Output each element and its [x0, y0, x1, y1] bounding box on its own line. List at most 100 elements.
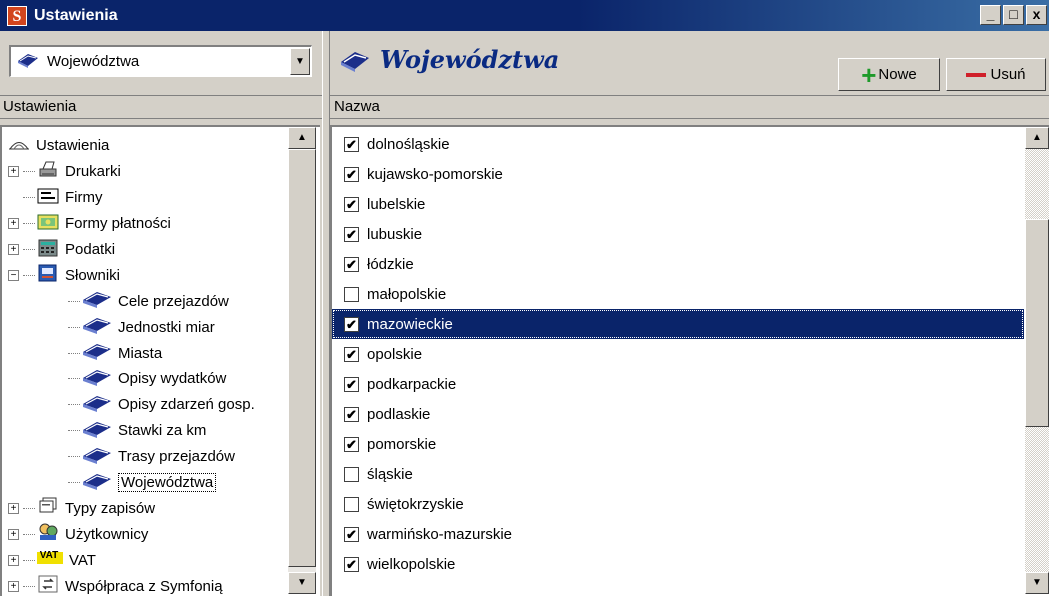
- scroll-down-button[interactable]: ▼: [1025, 572, 1049, 594]
- maximize-button[interactable]: □: [1003, 5, 1024, 25]
- app-icon[interactable]: S: [7, 5, 27, 26]
- checkbox-checked[interactable]: [344, 256, 359, 272]
- checkbox-unchecked[interactable]: [344, 466, 359, 482]
- tree-item-label: Stawki za km: [118, 422, 207, 440]
- list-item[interactable]: dolnośląskie: [332, 129, 1024, 159]
- list-item-label: śląskie: [367, 465, 413, 483]
- tree-item[interactable]: Opisy wydatków: [4, 366, 294, 392]
- list-item-label: dolnośląskie: [367, 135, 450, 153]
- chevron-down-icon[interactable]: ▼: [290, 48, 310, 75]
- window-title: Ustawienia: [34, 6, 118, 24]
- list-item[interactable]: małopolskie: [332, 279, 1024, 309]
- expand-icon[interactable]: +: [8, 244, 19, 255]
- category-combo[interactable]: Województwa ▼: [9, 45, 312, 77]
- checkbox-checked[interactable]: [344, 346, 359, 362]
- list-item[interactable]: warmińsko-mazurskie: [332, 519, 1024, 549]
- pane-splitter[interactable]: [322, 31, 330, 596]
- checkbox-checked[interactable]: [344, 406, 359, 422]
- checkbox-unchecked[interactable]: [344, 286, 359, 302]
- tree-item[interactable]: Opisy zdarzeń gosp.: [4, 392, 294, 418]
- checkbox-checked[interactable]: [344, 376, 359, 392]
- list-item[interactable]: lubelskie: [332, 189, 1024, 219]
- new-button[interactable]: + Nowe: [838, 58, 940, 91]
- tree-item[interactable]: Firmy: [4, 185, 294, 211]
- list-item[interactable]: podlaskie: [332, 399, 1024, 429]
- minimize-button[interactable]: _: [980, 5, 1001, 25]
- delete-button[interactable]: Usuń: [946, 58, 1046, 91]
- tree-item[interactable]: Cele przejazdów: [4, 288, 294, 314]
- tree-item-label: Ustawienia: [36, 137, 110, 155]
- tree-item[interactable]: + VAT VAT: [4, 547, 294, 573]
- tree-item-label: Miasta: [118, 344, 163, 362]
- column-header-nazwa[interactable]: Nazwa: [330, 95, 1049, 119]
- tree-scrollbar[interactable]: ▲ ▼: [288, 127, 316, 594]
- tree-connector: [68, 456, 80, 458]
- tree-connector: [23, 171, 35, 173]
- expand-icon[interactable]: +: [8, 528, 19, 540]
- book-icon: [82, 394, 112, 416]
- records-icon: [37, 497, 59, 519]
- scroll-thumb[interactable]: [1025, 219, 1049, 427]
- vat-icon-label: VAT: [39, 550, 59, 562]
- checkbox-checked[interactable]: [344, 316, 359, 332]
- tree-item[interactable]: + Typy zapisów: [4, 495, 294, 521]
- sync-icon: [37, 575, 59, 596]
- list-scrollbar[interactable]: ▲ ▼: [1025, 127, 1049, 594]
- tree-connector: [23, 585, 35, 587]
- tree-item[interactable]: + Współpraca z Symfonią: [4, 573, 294, 596]
- tree-item[interactable]: − Słowniki: [4, 262, 294, 288]
- checkbox-checked[interactable]: [344, 196, 359, 212]
- close-button[interactable]: x: [1026, 5, 1047, 25]
- list-item-label: lubuskie: [367, 225, 423, 243]
- checkbox-checked[interactable]: [344, 526, 359, 542]
- list-item[interactable]: lubuskie: [332, 219, 1024, 249]
- list-item[interactable]: śląskie: [332, 459, 1024, 489]
- tree-item-label: VAT: [69, 551, 96, 569]
- list-item-label: kujawsko-pomorskie: [367, 165, 503, 183]
- tree-item[interactable]: Trasy przejazdów: [4, 444, 294, 470]
- expand-icon[interactable]: +: [8, 580, 19, 592]
- plus-icon: +: [861, 59, 877, 90]
- tree-item[interactable]: Ustawienia: [4, 133, 294, 159]
- tree-item-label: Podatki: [65, 241, 116, 258]
- scroll-up-button[interactable]: ▲: [1025, 127, 1049, 149]
- tree-item[interactable]: + Formy płatności: [4, 211, 294, 237]
- checkbox-checked[interactable]: [344, 226, 359, 242]
- scroll-thumb[interactable]: [288, 149, 316, 567]
- list-item[interactable]: wielkopolskie: [332, 549, 1024, 579]
- tree-item-label: Firmy: [65, 189, 103, 207]
- collapse-icon[interactable]: −: [8, 269, 19, 281]
- list-item[interactable]: opolskie: [332, 339, 1024, 369]
- tree-item[interactable]: Jednostki miar: [4, 314, 294, 340]
- checkbox-checked[interactable]: [344, 556, 359, 572]
- expand-icon[interactable]: +: [8, 554, 19, 566]
- list-item[interactable]: pomorskie: [332, 429, 1024, 459]
- tree-item[interactable]: + Drukarki: [4, 159, 294, 185]
- tree-item[interactable]: + Użytkownicy: [4, 521, 294, 547]
- list-item-label: podkarpackie: [367, 375, 457, 393]
- list-item[interactable]: mazowieckie: [332, 309, 1024, 339]
- list-item[interactable]: kujawsko-pomorskie: [332, 159, 1024, 189]
- checkbox-checked[interactable]: [344, 436, 359, 452]
- tree-connector: [68, 482, 80, 484]
- expand-icon[interactable]: +: [8, 166, 19, 178]
- expand-icon[interactable]: +: [8, 218, 19, 230]
- checkbox-unchecked[interactable]: [344, 496, 359, 512]
- settings-hat-icon: [8, 136, 30, 156]
- list-item[interactable]: łódzkie: [332, 249, 1024, 279]
- minus-icon: [966, 72, 987, 77]
- tree-item[interactable]: Stawki za km: [4, 418, 294, 444]
- page-title: Województwa: [380, 45, 560, 74]
- list-item[interactable]: świętokrzyskie: [332, 489, 1024, 519]
- expand-icon[interactable]: +: [8, 502, 19, 514]
- settings-tree: Ustawienia + Drukarki Firmy + Formy płatności…: [0, 125, 320, 596]
- checkbox-checked[interactable]: [344, 166, 359, 182]
- list-item[interactable]: podkarpackie: [332, 369, 1024, 399]
- scroll-down-button[interactable]: ▼: [288, 572, 316, 594]
- scroll-up-button[interactable]: ▲: [288, 127, 316, 149]
- tree-item[interactable]: Miasta: [4, 340, 294, 366]
- checkbox-checked[interactable]: [344, 136, 359, 152]
- title-bar[interactable]: S Ustawienia _ □ x: [0, 0, 1049, 31]
- tree-item[interactable]: + Podatki: [4, 237, 294, 263]
- tree-item[interactable]: Województwa: [4, 470, 294, 496]
